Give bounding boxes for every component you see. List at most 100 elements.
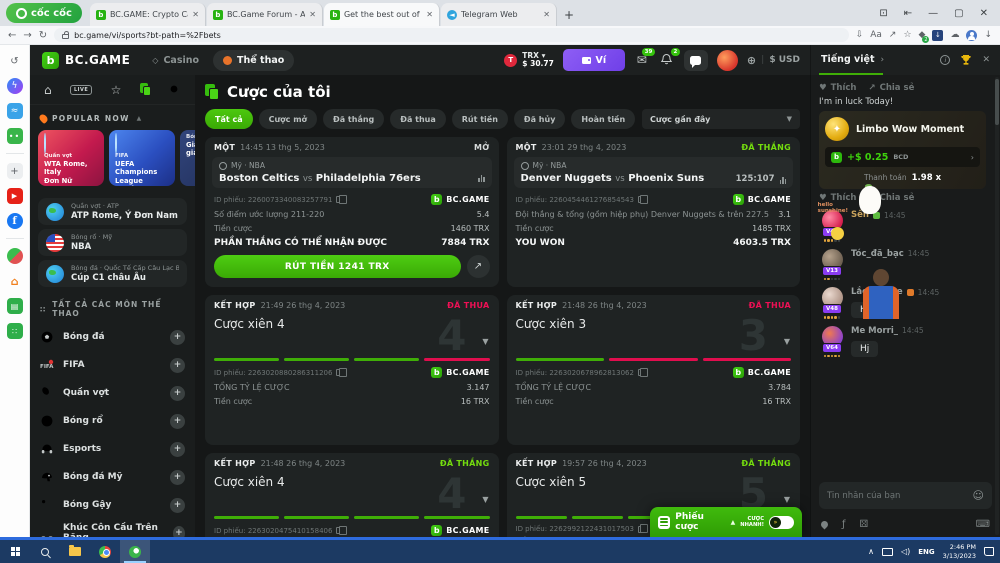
clock[interactable]: 2:46 PM3/13/2023 (943, 543, 976, 560)
add-shortcut-icon[interactable]: + (7, 163, 23, 179)
stats-icon[interactable] (478, 175, 485, 182)
share-bet-button[interactable]: ↗ (467, 255, 490, 278)
expand-caret-icon[interactable]: ▼ (482, 495, 488, 504)
expand-plus-icon[interactable]: + (170, 358, 185, 373)
bcgame-logo[interactable]: b BC.GAME (30, 52, 130, 69)
quick-link-nba[interactable]: Bóng rổ · MỹNBA (38, 229, 187, 256)
sidebar-item-esports[interactable]: Esports+ (30, 435, 195, 463)
volume-icon[interactable]: ◁) (901, 547, 910, 556)
tab-close-icon[interactable]: ✕ (426, 10, 433, 19)
username[interactable]: Tóc_đã_bạc (851, 249, 904, 259)
copy-icon[interactable] (336, 196, 342, 203)
copy-icon[interactable] (638, 369, 644, 376)
chat-toggle-icon[interactable] (684, 50, 708, 71)
taskbar-search-icon[interactable] (30, 540, 60, 563)
betslip-button[interactable]: Phiếu cược ▲ CƯỢCNHANH! » (650, 507, 802, 537)
sidebar-item-cricket[interactable]: Bóng Gậy+ (30, 491, 195, 519)
action-center-icon[interactable] (984, 547, 994, 556)
downloads-icon[interactable]: ↓ (984, 30, 992, 40)
chat-language-tab[interactable]: Tiếng việt (821, 54, 874, 67)
stats-icon[interactable] (780, 177, 787, 184)
home-icon[interactable]: ⌂ (44, 83, 52, 97)
minimize-button[interactable]: — (928, 8, 938, 19)
emoji-icon[interactable]: ☺ (973, 489, 984, 502)
expand-caret-icon[interactable]: ▼ (784, 495, 790, 504)
rules-icon[interactable]: ƒ (842, 519, 846, 530)
address-bar[interactable]: bc.game/vi/sports?bt-path=%2Fbets (54, 28, 849, 42)
promo-card-wta[interactable]: Quần vợt WTA Rome, ItalyĐơn Nữ (38, 130, 104, 186)
new-tab-button[interactable]: + (564, 8, 574, 22)
filter-all[interactable]: Tất cả (205, 109, 253, 129)
user-avatar[interactable] (717, 50, 738, 71)
popular-now-header[interactable]: POPULAR NOW ▲ (30, 105, 195, 128)
expand-plus-icon[interactable]: + (170, 330, 185, 345)
chevron-right-icon[interactable]: › (880, 55, 884, 65)
share-page-icon[interactable]: ↗ (889, 30, 897, 40)
sidebar-item-american-football[interactable]: Bóng đá Mỹ+ (30, 463, 195, 491)
pip-icon[interactable]: ⊡ (879, 8, 887, 19)
expand-plus-icon[interactable]: + (170, 414, 185, 429)
tab-bcgame[interactable]: bBC.GAME: Crypto Casino Ga✕ (90, 3, 206, 26)
filter-cancelled[interactable]: Đã hủy (514, 109, 566, 129)
search-icon[interactable] (169, 84, 181, 96)
sidebar-item-ice-hockey[interactable]: Khúc Côn Cầu Trên Băng+ (30, 519, 195, 537)
tab-close-icon[interactable]: ✕ (192, 10, 199, 19)
forward-icon[interactable]: → (23, 30, 31, 41)
filter-open[interactable]: Cược mở (259, 109, 317, 129)
quick-link-atp[interactable]: Quần vợt · ATPATP Rome, Ý Đơn Nam (38, 198, 187, 225)
facebook-icon[interactable]: f (7, 213, 23, 229)
chat-text-field[interactable] (827, 491, 973, 501)
keyboard-icon[interactable]: ⌨ (976, 519, 990, 530)
expand-caret-icon[interactable]: ▼ (784, 337, 790, 346)
trophy-icon[interactable] (960, 54, 972, 66)
filter-lost[interactable]: Đã thua (390, 109, 446, 129)
messenger-icon[interactable]: ϟ (7, 78, 23, 94)
back-ext-icon[interactable]: ⇤ (904, 8, 912, 19)
copy-icon[interactable] (638, 526, 644, 533)
coccoc-logo[interactable]: cốc cốc (6, 3, 82, 23)
sidebar-item-tennis[interactable]: Quần vợt+ (30, 379, 195, 407)
expand-plus-icon[interactable]: + (170, 442, 185, 457)
adblock-shield-icon[interactable]: ◆2 (919, 30, 926, 40)
tab-close-icon[interactable]: ✕ (543, 10, 550, 19)
save-page-icon[interactable]: ⇩ (856, 30, 864, 40)
scrollbar-thumb[interactable] (995, 79, 999, 125)
my-bets-icon[interactable] (140, 83, 151, 96)
bell-icon[interactable]: 2 (659, 53, 675, 68)
gift-app-icon[interactable]: ∷ (7, 323, 23, 339)
chrome-icon[interactable] (90, 540, 120, 563)
expand-caret-icon[interactable]: ▼ (482, 337, 488, 346)
sidebar-item-basketball[interactable]: Bóng rổ+ (30, 407, 195, 435)
tray-chevron-icon[interactable]: ∧ (868, 547, 874, 556)
close-chat-icon[interactable]: ✕ (982, 55, 990, 65)
expand-plus-icon[interactable]: + (170, 386, 185, 401)
green-app-icon[interactable]: ▤ (7, 298, 23, 314)
back-icon[interactable]: ← (8, 30, 16, 41)
live-icon[interactable]: LIVE (70, 85, 92, 95)
win-share-card[interactable]: ✦ Limbo Wow Moment b +$ 0.25 BCD › Thanh… (819, 111, 986, 189)
promo-card-uefa[interactable]: FIFA UEFA ChampionsLeague Semi-... (109, 130, 175, 186)
shopping-icon[interactable]: ⌂ (7, 273, 23, 289)
cashout-button[interactable]: RÚT TIỀN 1241 TRX (214, 255, 461, 278)
maximize-button[interactable]: ▢ (954, 8, 963, 19)
history-icon[interactable]: ↺ (7, 53, 23, 69)
tab-sports[interactable]: bGet the best out of sports be✕ (324, 3, 440, 26)
bookmark-star-icon[interactable]: ☆ (903, 30, 911, 40)
file-explorer-icon[interactable] (60, 540, 90, 563)
tab-telegram[interactable]: ◄Telegram Web✕ (441, 3, 557, 26)
copy-icon[interactable] (638, 196, 644, 203)
copy-icon[interactable] (336, 369, 342, 376)
sort-dropdown[interactable]: Cược gần đây▼ (642, 109, 800, 129)
start-button[interactable] (0, 540, 30, 563)
filter-won[interactable]: Đã thắng (323, 109, 384, 129)
share-button[interactable]: ↗ Chia sẻ (868, 83, 914, 93)
dice-icon[interactable]: ⚄ (860, 519, 869, 530)
win-amount-row[interactable]: b +$ 0.25 BCD › (825, 147, 980, 167)
profile-avatar-icon[interactable] (966, 30, 977, 41)
wallet-button[interactable]: Ví (563, 49, 625, 71)
reload-icon[interactable]: ↻ (39, 30, 47, 41)
tab-forum[interactable]: bBC.Game Forum - A Cryptoc✕ (207, 3, 323, 26)
favorites-star-icon[interactable]: ☆ (111, 83, 122, 97)
promo-card-league[interactable]: Bóng Giải vgia (180, 130, 195, 186)
expand-plus-icon[interactable]: + (170, 498, 185, 513)
